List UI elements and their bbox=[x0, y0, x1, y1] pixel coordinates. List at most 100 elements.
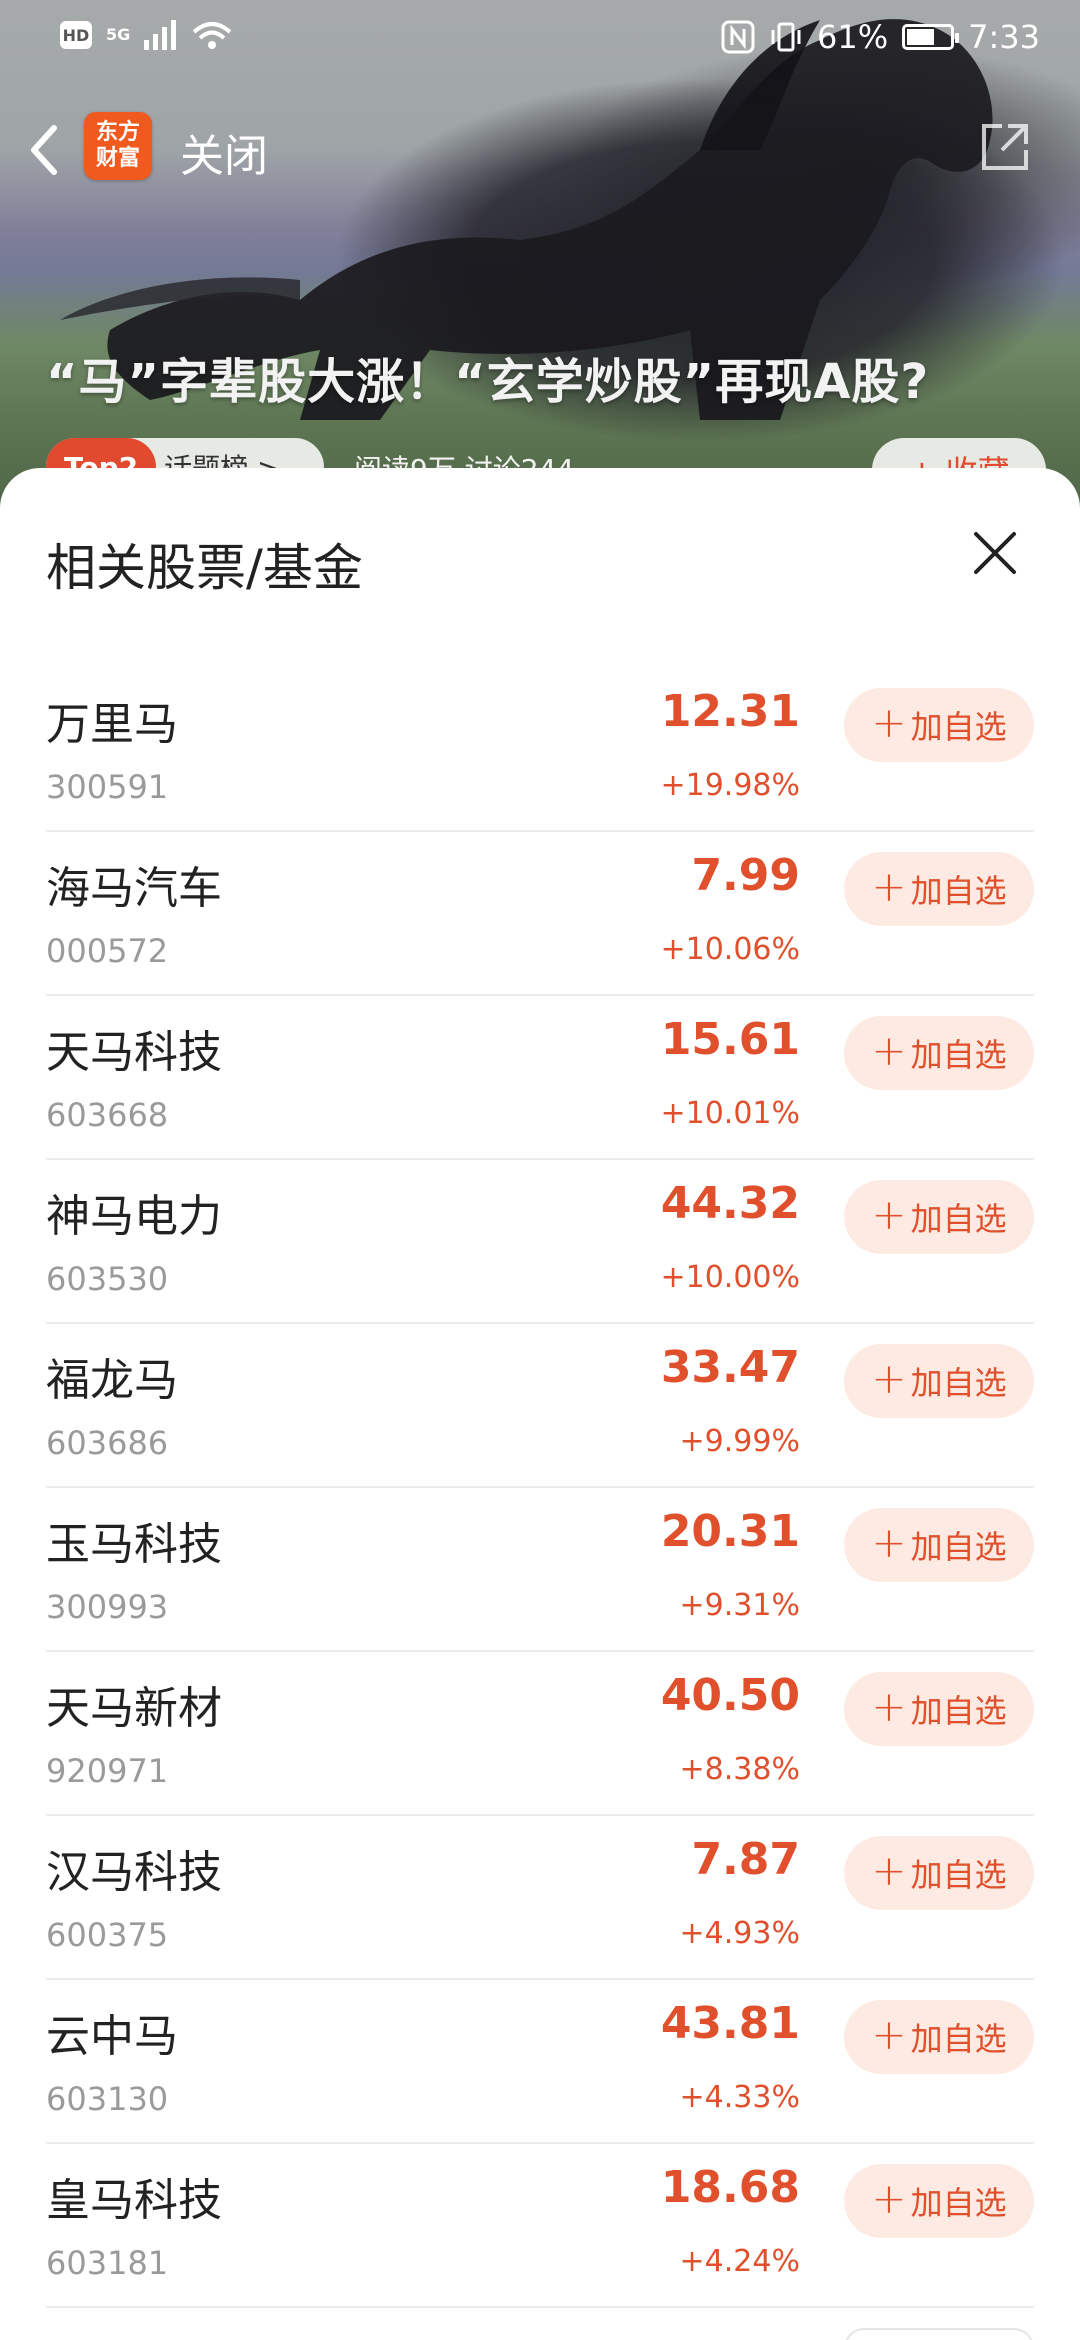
add-watchlist-button[interactable]: + 加自选 bbox=[844, 1016, 1034, 1090]
add-watchlist-button[interactable]: + 加自选 bbox=[844, 1508, 1034, 1582]
app-logo: 东方 财富 bbox=[84, 112, 152, 180]
stock-code: 600375 bbox=[46, 1916, 169, 1954]
nfc-icon bbox=[721, 20, 755, 54]
stock-name: 天马科技 bbox=[46, 1027, 222, 1078]
article-headline: “马”字辈股大涨！“玄学炒股”再现A股? bbox=[46, 354, 930, 410]
stock-code: 000572 bbox=[46, 932, 169, 970]
stock-row[interactable]: 天马新材 920971 40.50 +8.38% + 加自选 bbox=[46, 1652, 1034, 1816]
stock-change: +8.38% bbox=[679, 1752, 800, 1787]
stock-row[interactable]: 汉马科技 600375 7.87 +4.93% + 加自选 bbox=[46, 1816, 1034, 1980]
stock-name: 天马新材 bbox=[46, 1683, 222, 1734]
stock-code: 603530 bbox=[46, 1260, 169, 1298]
stock-code: 920971 bbox=[46, 1752, 169, 1790]
stock-name: 万里马 bbox=[46, 699, 178, 750]
stock-name: 汉马科技 bbox=[46, 1847, 222, 1898]
partial-button-outline bbox=[844, 2328, 1034, 2340]
stock-row[interactable]: 万里马 300591 12.31 +19.98% + 加自选 bbox=[46, 668, 1034, 832]
add-watchlist-button[interactable]: + 加自选 bbox=[844, 852, 1034, 926]
stock-name: 皇马科技 bbox=[46, 2175, 222, 2226]
logo-line2: 财富 bbox=[95, 146, 140, 171]
stock-code: 300993 bbox=[46, 1588, 169, 1626]
plus-icon: + bbox=[871, 1354, 907, 1403]
next-row-partial bbox=[0, 2310, 1080, 2340]
stock-price: 15.61 bbox=[660, 1014, 800, 1065]
stock-name: 云中马 bbox=[46, 2011, 178, 2062]
add-label: 加自选 bbox=[910, 1036, 1007, 1074]
stock-change: +4.33% bbox=[679, 2080, 800, 2115]
status-bar: HD 5G 61% 7:33 bbox=[0, 0, 1080, 80]
stock-row[interactable]: 云中马 603130 43.81 +4.33% + 加自选 bbox=[46, 1980, 1034, 2144]
stock-change: +10.00% bbox=[660, 1260, 800, 1295]
logo-line1: 东方 bbox=[95, 120, 140, 145]
sheet-title: 相关股票/基金 bbox=[46, 539, 363, 597]
stock-price: 12.31 bbox=[660, 686, 800, 737]
network-type: 5G bbox=[106, 25, 131, 44]
plus-icon: + bbox=[871, 1026, 907, 1075]
add-watchlist-button[interactable]: + 加自选 bbox=[844, 688, 1034, 762]
stock-name: 玉马科技 bbox=[46, 1519, 222, 1570]
wifi-icon bbox=[192, 22, 232, 49]
add-label: 加自选 bbox=[910, 1856, 1007, 1894]
stock-change: +4.93% bbox=[679, 1916, 800, 1951]
signal-icon bbox=[144, 20, 177, 50]
add-label: 加自选 bbox=[910, 1692, 1007, 1730]
stock-code: 603181 bbox=[46, 2244, 169, 2282]
plus-icon: + bbox=[871, 2174, 907, 2223]
plus-icon: + bbox=[871, 1190, 907, 1239]
add-label: 加自选 bbox=[910, 1364, 1007, 1402]
stock-price: 7.87 bbox=[691, 1834, 800, 1885]
plus-icon: + bbox=[871, 2010, 907, 2059]
stock-price: 18.68 bbox=[660, 2162, 800, 2213]
stock-price: 33.47 bbox=[660, 1342, 800, 1393]
stock-row[interactable]: 海马汽车 000572 7.99 +10.06% + 加自选 bbox=[46, 832, 1034, 996]
hd-icon: HD bbox=[60, 21, 92, 49]
plus-icon: + bbox=[871, 698, 907, 747]
stock-price: 43.81 bbox=[660, 1998, 800, 2049]
close-icon[interactable] bbox=[970, 528, 1020, 578]
stock-row[interactable]: 玉马科技 300993 20.31 +9.31% + 加自选 bbox=[46, 1488, 1034, 1652]
add-watchlist-button[interactable]: + 加自选 bbox=[844, 2164, 1034, 2238]
stock-change: +9.31% bbox=[679, 1588, 800, 1623]
stock-row[interactable]: 福龙马 603686 33.47 +9.99% + 加自选 bbox=[46, 1324, 1034, 1488]
plus-icon: + bbox=[871, 862, 907, 911]
plus-icon: + bbox=[871, 1682, 907, 1731]
stock-price: 40.50 bbox=[660, 1670, 800, 1721]
page: HD 5G 61% 7:33 东方 财富 关闭 “马”字辈股大涨！“玄学炒股”再… bbox=[0, 0, 1080, 2340]
battery-icon bbox=[902, 24, 960, 50]
stock-row[interactable]: 天马科技 603668 15.61 +10.01% + 加自选 bbox=[46, 996, 1034, 1160]
stock-price: 20.31 bbox=[660, 1506, 800, 1557]
add-label: 加自选 bbox=[910, 1528, 1007, 1566]
stock-price: 44.32 bbox=[660, 1178, 800, 1229]
plus-icon: + bbox=[871, 1518, 907, 1567]
stock-change: +10.06% bbox=[660, 932, 800, 967]
add-watchlist-button[interactable]: + 加自选 bbox=[844, 2000, 1034, 2074]
stock-code: 603130 bbox=[46, 2080, 169, 2118]
add-watchlist-button[interactable]: + 加自选 bbox=[844, 1672, 1034, 1746]
stock-price: 7.99 bbox=[691, 850, 800, 901]
clock: 7:33 bbox=[968, 18, 1040, 56]
stock-change: +9.99% bbox=[679, 1424, 800, 1459]
stock-code: 603686 bbox=[46, 1424, 169, 1462]
stock-row[interactable]: 皇马科技 603181 18.68 +4.24% + 加自选 bbox=[46, 2144, 1034, 2308]
add-label: 加自选 bbox=[910, 708, 1007, 746]
add-watchlist-button[interactable]: + 加自选 bbox=[844, 1180, 1034, 1254]
stock-name: 神马电力 bbox=[46, 1191, 222, 1242]
stock-code: 603668 bbox=[46, 1096, 169, 1134]
stock-name: 海马汽车 bbox=[46, 863, 222, 914]
stock-change: +19.98% bbox=[660, 768, 800, 803]
stock-code: 300591 bbox=[46, 768, 169, 806]
plus-icon: + bbox=[871, 1846, 907, 1895]
stock-name: 福龙马 bbox=[46, 1355, 178, 1406]
share-icon[interactable] bbox=[978, 118, 1034, 174]
add-watchlist-button[interactable]: + 加自选 bbox=[844, 1344, 1034, 1418]
back-arrow-icon[interactable] bbox=[24, 120, 64, 180]
add-label: 加自选 bbox=[910, 2020, 1007, 2058]
add-watchlist-button[interactable]: + 加自选 bbox=[844, 1836, 1034, 1910]
stock-change: +4.24% bbox=[679, 2244, 800, 2279]
stock-row[interactable]: 神马电力 603530 44.32 +10.00% + 加自选 bbox=[46, 1160, 1034, 1324]
close-page-link[interactable]: 关闭 bbox=[180, 120, 268, 184]
battery-percent: 61% bbox=[817, 18, 889, 56]
add-label: 加自选 bbox=[910, 872, 1007, 910]
add-label: 加自选 bbox=[910, 1200, 1007, 1238]
vibrate-icon bbox=[771, 22, 801, 52]
